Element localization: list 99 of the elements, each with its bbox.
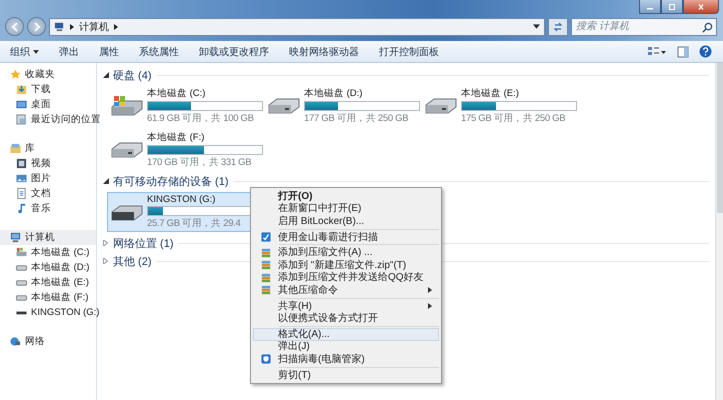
menu-item[interactable]: 其他压缩命令: [253, 284, 439, 297]
nav-item[interactable]: 桌面: [0, 97, 96, 112]
dropdown-caret-icon[interactable]: [533, 24, 540, 29]
archive-icon: [261, 248, 271, 258]
computer-icon: [54, 21, 65, 32]
document-icon: [16, 188, 27, 199]
menu-item[interactable]: 格式化(A)...: [253, 328, 439, 341]
refresh-icon: [552, 20, 564, 32]
maximize-button[interactable]: [661, 0, 683, 14]
drive-space: 25.7 GB 可用，共 29.4: [147, 217, 241, 230]
close-icon: [696, 4, 706, 10]
drive-icon: [16, 292, 27, 303]
picture-icon: [16, 173, 27, 184]
group-header[interactable]: 硬盘 (4): [113, 68, 152, 82]
close-button[interactable]: [683, 0, 719, 14]
drive-name: 本地磁盘 (F:): [147, 131, 204, 144]
chevron-icon[interactable]: [114, 24, 118, 30]
nav-item[interactable]: 本地磁盘 (C:): [0, 245, 96, 260]
scrollbar[interactable]: [715, 63, 723, 400]
breadcrumb[interactable]: 计算机: [79, 20, 109, 34]
drive-tile[interactable]: 本地磁盘 (D:) 177 GB 可用，共 250 GB: [264, 86, 421, 126]
system-drive-icon: [16, 247, 27, 258]
nav-item[interactable]: 音乐: [0, 201, 96, 216]
drive-icon: [16, 262, 27, 273]
archive-icon: [261, 285, 271, 296]
toolbar-button[interactable]: 系统属性: [133, 42, 185, 60]
toolbar-button[interactable]: 卸载或更改程序: [193, 42, 275, 60]
desktop-icon: [16, 99, 27, 110]
music-note-icon: [16, 203, 27, 214]
menu-item[interactable]: 添加到压缩文件并发送给QQ好友: [253, 272, 439, 284]
drive-space: 170 GB 可用，共 331 GB: [147, 156, 252, 169]
nav-item[interactable]: 网络: [0, 334, 96, 349]
drive-tile[interactable]: 本地磁盘 (F:) 170 GB 可用，共 331 GB: [107, 130, 264, 170]
menu-item[interactable]: 弹出(J): [253, 340, 439, 354]
shield-icon: [261, 354, 271, 364]
drive-space: 61.9 GB 可用，共 100 GB: [147, 112, 254, 125]
nav-item[interactable]: 图片: [0, 171, 96, 186]
menu-item[interactable]: 扫描病毒(电脑管家): [253, 353, 439, 366]
expand-icon[interactable]: [103, 258, 109, 264]
back-button[interactable]: [5, 17, 24, 36]
nav-item[interactable]: 本地磁盘 (F:): [0, 290, 96, 305]
archive-icon: [261, 272, 271, 283]
address-bar[interactable]: 计算机: [49, 18, 545, 36]
nav-item[interactable]: 视频: [0, 156, 96, 171]
drive-name: 本地磁盘 (D:): [304, 87, 362, 100]
download-folder-icon: [16, 84, 27, 95]
collapse-icon[interactable]: [103, 72, 109, 78]
refresh-button[interactable]: [548, 18, 568, 36]
archive-icon: [261, 260, 271, 270]
toolbar-button[interactable]: 组织: [4, 42, 45, 60]
drive-name: 本地磁盘 (E:): [461, 87, 519, 100]
group-header[interactable]: 其他 (2): [113, 254, 152, 268]
group-header[interactable]: 有可移动存储的设备 (1): [113, 174, 228, 188]
drive-tile[interactable]: 本地磁盘 (C:) 61.9 GB 可用，共 100 GB: [107, 86, 264, 126]
nav-item[interactable]: 文档: [0, 186, 96, 201]
scan-icon: [261, 232, 271, 242]
recent-places-icon: [16, 114, 27, 125]
drive-name: KINGSTON (G:): [147, 194, 216, 205]
expand-icon[interactable]: [103, 240, 109, 246]
nav-item[interactable]: 下载: [0, 82, 96, 97]
video-icon: [16, 158, 27, 169]
nav-item[interactable]: 收藏夹: [0, 67, 96, 82]
pane-icon: [677, 46, 689, 58]
collapse-icon[interactable]: [103, 178, 109, 184]
drive-space: 175 GB 可用，共 250 GB: [461, 112, 566, 125]
search-field[interactable]: 搜索 计算机: [571, 18, 717, 36]
submenu-arrow-icon: [428, 287, 432, 294]
forward-button[interactable]: [27, 17, 46, 36]
toolbar-button[interactable]: 弹出: [53, 42, 85, 60]
nav-item[interactable]: 计算机: [0, 230, 96, 245]
caret-icon: [33, 50, 39, 54]
star-icon: [10, 69, 21, 80]
drive-icon: [16, 277, 27, 288]
menu-item[interactable]: 使用金山毒霸进行扫描: [253, 230, 439, 244]
drive-tile[interactable]: 本地磁盘 (E:) 175 GB 可用，共 250 GB: [421, 86, 578, 126]
network-icon: [10, 336, 21, 347]
drive-space: 177 GB 可用，共 250 GB: [304, 112, 408, 125]
nav-item[interactable]: 本地磁盘 (E:): [0, 275, 96, 290]
minimize-button[interactable]: [639, 0, 661, 14]
library-icon: [10, 143, 21, 154]
computer-icon: [10, 232, 21, 243]
menu-item[interactable]: 添加到 "新建压缩文件.zip"(T): [253, 258, 439, 272]
search-icon: [702, 22, 713, 32]
nav-item[interactable]: 本地磁盘 (D:): [0, 260, 96, 275]
toolbar-button[interactable]: 打开控制面板: [373, 42, 445, 60]
chevron-icon[interactable]: [70, 24, 74, 30]
drive-name: 本地磁盘 (C:): [147, 87, 206, 100]
submenu-arrow-icon: [428, 303, 432, 310]
help-icon: [699, 45, 712, 58]
menu-item[interactable]: 剪切(T): [253, 368, 439, 382]
toolbar-button[interactable]: 映射网络驱动器: [283, 42, 365, 60]
maximize-icon: [667, 4, 677, 10]
list-view-icon: [647, 46, 667, 58]
menu-item[interactable]: 共享(H): [253, 300, 439, 312]
menu-item[interactable]: 以便携式设备方式打开: [253, 312, 439, 325]
toolbar-button[interactable]: 属性: [93, 42, 125, 60]
group-header[interactable]: 网络位置 (1): [113, 236, 174, 250]
nav-item[interactable]: 库: [0, 141, 96, 156]
menu-item[interactable]: 添加到压缩文件(A) ...: [253, 246, 439, 259]
